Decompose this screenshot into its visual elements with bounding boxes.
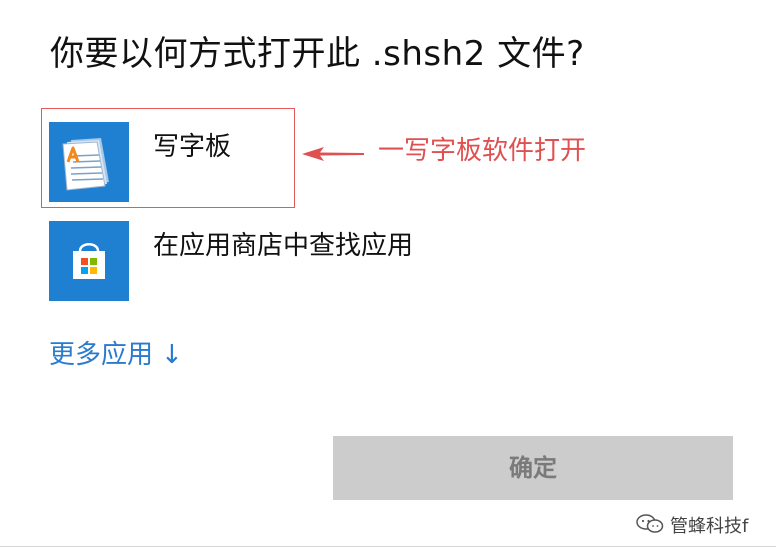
app-option-store[interactable]: 在应用商店中查找应用	[49, 221, 449, 301]
more-apps-label: 更多应用	[49, 340, 154, 370]
annotation-highlight-box	[41, 108, 295, 208]
ok-button[interactable]: 确定	[333, 436, 733, 500]
more-apps-link[interactable]: 更多应用 ↓	[49, 334, 183, 371]
watermark-text: 管蜂科技f	[670, 516, 749, 537]
wechat-icon	[636, 514, 664, 533]
annotation-text: 一写字板软件打开	[378, 136, 587, 166]
dialog-title: 你要以何方式打开此 .shsh2 文件?	[50, 34, 585, 74]
app-tile-store	[49, 221, 129, 301]
app-label-store: 在应用商店中查找应用	[153, 231, 414, 261]
open-with-dialog: 你要以何方式打开此 .shsh2 文件? 写字板 在应用商店中查找应用 一写字板…	[0, 0, 776, 559]
annotation-arrow-icon	[302, 147, 364, 161]
arrow-down-icon: ↓	[161, 340, 183, 370]
store-icon	[73, 243, 105, 279]
bottom-divider	[0, 546, 776, 547]
